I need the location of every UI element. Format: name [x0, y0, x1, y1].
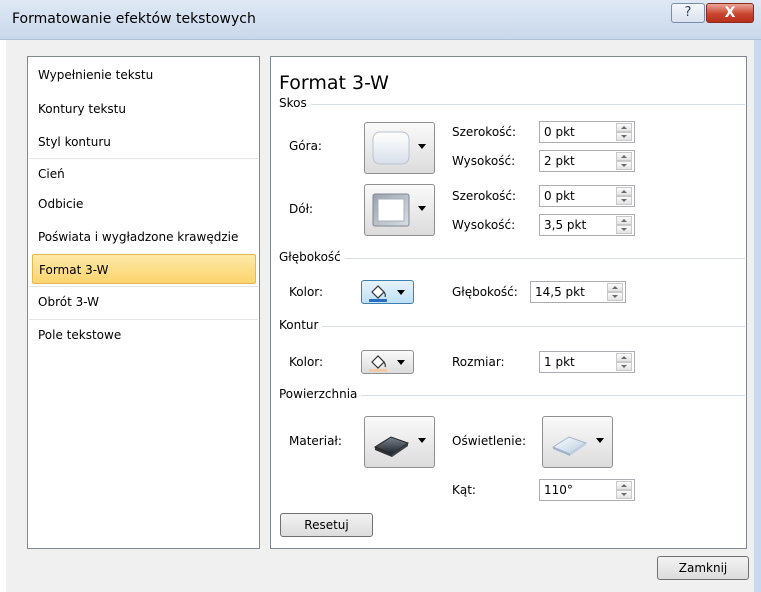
contour-color-label: Kolor: — [289, 355, 324, 369]
contour-size-spinner[interactable]: 1 pkt — [539, 351, 635, 373]
category-item-shadow[interactable]: Cień — [29, 158, 258, 188]
bevel-top-height-label: Wysokość: — [452, 154, 516, 168]
section-divider — [280, 104, 745, 105]
category-item-text-box[interactable]: Pole tekstowe — [29, 319, 258, 349]
chevron-down-icon — [397, 360, 405, 365]
contour-size-label: Rozmiar: — [452, 355, 505, 369]
bevel-bottom-height-label: Wysokość: — [452, 218, 516, 232]
material-preview-icon — [373, 436, 410, 457]
spinner-value: 110° — [544, 483, 573, 497]
surface-angle-spinner[interactable]: 110° — [539, 479, 635, 501]
close-button[interactable]: Zamknij — [657, 556, 749, 580]
contour-color-button[interactable] — [361, 350, 414, 374]
depth-value-label: Głębokość: — [452, 285, 518, 299]
bevel-preview-icon — [372, 193, 410, 227]
spinner-up-button[interactable] — [607, 283, 623, 292]
paint-bucket-icon — [369, 285, 387, 302]
spinner-down-button[interactable] — [607, 292, 623, 301]
category-list: Wypełnienie tekstu Kontury tekstu Styl k… — [27, 56, 260, 549]
section-divider — [280, 326, 745, 327]
depth-spinner[interactable]: 14,5 pkt — [530, 281, 626, 303]
spinner-up-button[interactable] — [616, 123, 632, 132]
lighting-preview-icon — [551, 436, 588, 456]
spinner-up-button[interactable] — [616, 187, 632, 196]
panel-title: Format 3-W — [279, 72, 389, 94]
window-border-right — [754, 40, 761, 592]
chevron-down-icon — [397, 290, 405, 295]
reset-button[interactable]: Resetuj — [280, 513, 373, 537]
bevel-bottom-width-spinner[interactable]: 0 pkt — [539, 185, 635, 207]
category-item-text-fill[interactable]: Wypełnienie tekstu — [29, 60, 258, 90]
spinner-down-button[interactable] — [616, 362, 632, 371]
spinner-value: 3,5 pkt — [544, 218, 587, 232]
chevron-down-icon — [418, 144, 426, 149]
bevel-preview-icon — [372, 131, 410, 165]
depth-color-label: Kolor: — [289, 285, 324, 299]
spinner-down-button[interactable] — [616, 225, 632, 234]
spinner-value: 1 pkt — [544, 355, 575, 369]
surface-lighting-label: Oświetlenie: — [452, 434, 527, 448]
spinner-value: 0 pkt — [544, 189, 575, 203]
category-item-3d-rotation[interactable]: Obrót 3-W — [29, 286, 258, 316]
category-item-3d-format[interactable]: Format 3-W — [32, 254, 256, 284]
depth-color-button[interactable] — [361, 280, 414, 304]
bevel-top-label: Góra: — [289, 139, 322, 153]
section-divider — [280, 258, 745, 259]
section-depth-label: Głębokość — [279, 250, 345, 264]
spinner-value: 14,5 pkt — [535, 285, 585, 299]
bevel-bottom-height-spinner[interactable]: 3,5 pkt — [539, 214, 635, 236]
bevel-bottom-width-label: Szerokość: — [452, 189, 517, 203]
surface-material-button[interactable] — [364, 416, 435, 468]
category-item-glow-soft-edges[interactable]: Poświata i wygładzone krawędzie — [29, 222, 258, 252]
chevron-down-icon — [418, 438, 426, 443]
section-surface-label: Powierzchnia — [279, 387, 362, 401]
spinner-value: 2 pkt — [544, 154, 575, 168]
category-item-text-outline[interactable]: Kontury tekstu — [29, 94, 258, 124]
title-bar: Formatowanie efektów tekstowych ? X — [0, 0, 761, 40]
section-contour-label: Kontur — [279, 318, 323, 332]
spinner-down-button[interactable] — [616, 132, 632, 141]
spinner-up-button[interactable] — [616, 152, 632, 161]
bevel-top-width-label: Szerokość: — [452, 125, 517, 139]
bevel-bottom-button[interactable] — [364, 184, 435, 236]
bevel-top-width-spinner[interactable]: 0 pkt — [539, 121, 635, 143]
bevel-top-button[interactable] — [364, 122, 435, 174]
bevel-bottom-label: Dół: — [289, 202, 314, 216]
surface-material-label: Materiał: — [289, 434, 342, 448]
spinner-up-button[interactable] — [616, 353, 632, 362]
window-close-button[interactable]: X — [706, 3, 754, 23]
chevron-down-icon — [596, 438, 604, 443]
section-bevel-label: Skos — [279, 96, 311, 110]
help-button[interactable]: ? — [671, 3, 705, 23]
bevel-top-height-spinner[interactable]: 2 pkt — [539, 150, 635, 172]
category-item-reflection[interactable]: Odbicie — [29, 189, 258, 219]
surface-angle-label: Kąt: — [452, 483, 476, 497]
spinner-value: 0 pkt — [544, 125, 575, 139]
spinner-up-button[interactable] — [616, 216, 632, 225]
spinner-down-button[interactable] — [616, 490, 632, 499]
spinner-up-button[interactable] — [616, 481, 632, 490]
window-title: Formatowanie efektów tekstowych — [12, 11, 256, 27]
category-item-outline-style[interactable]: Styl konturu — [29, 127, 258, 157]
spinner-down-button[interactable] — [616, 196, 632, 205]
surface-lighting-button[interactable] — [542, 416, 613, 468]
paint-bucket-icon — [369, 355, 387, 372]
spinner-down-button[interactable] — [616, 161, 632, 170]
chevron-down-icon — [418, 206, 426, 211]
